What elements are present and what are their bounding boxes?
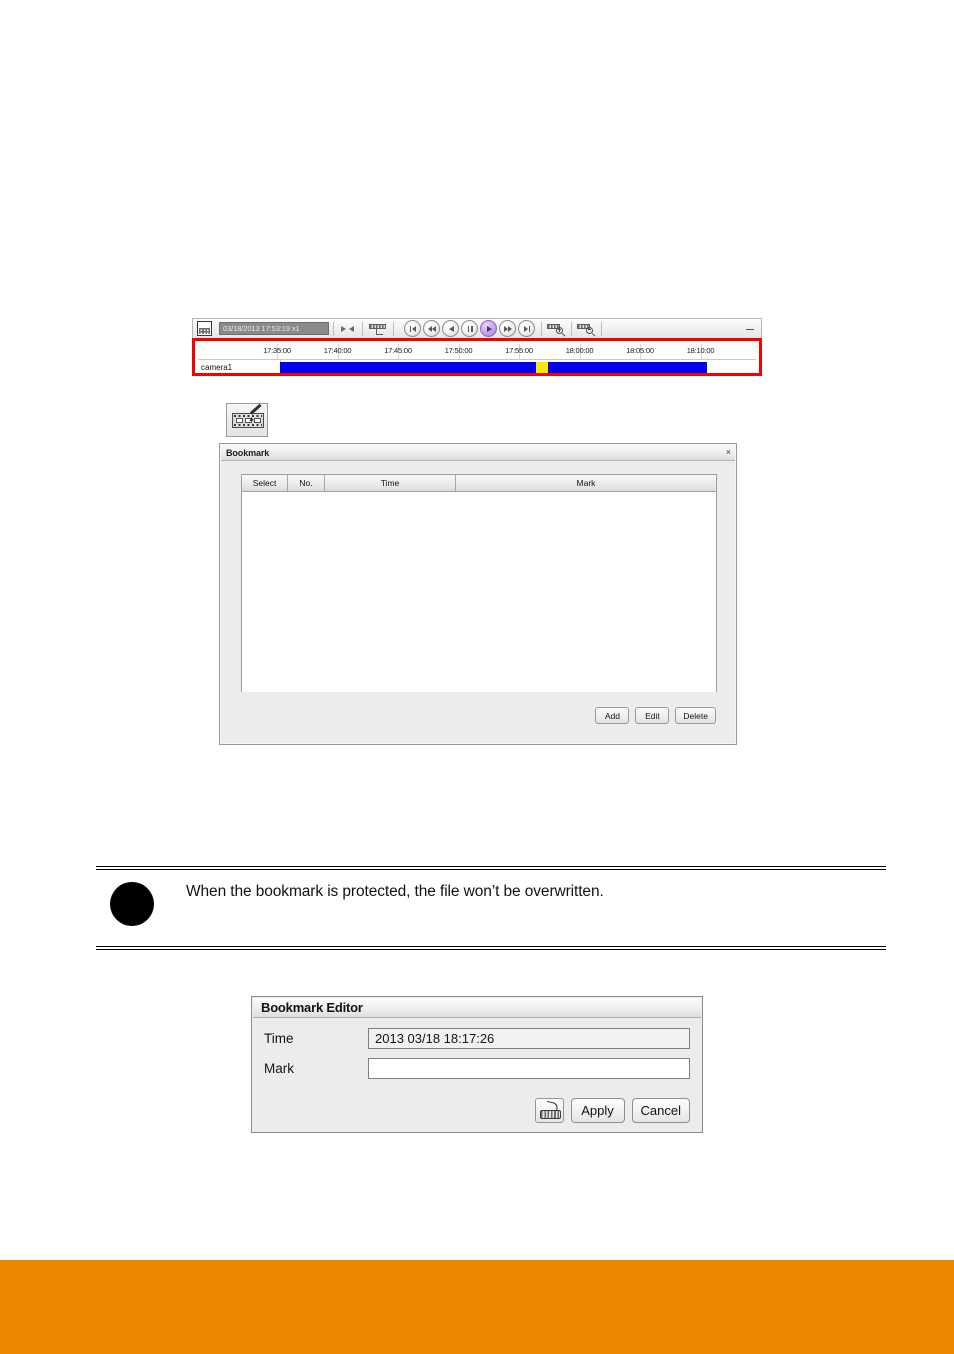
note-text: When the bookmark is protected, the file… xyxy=(186,883,604,900)
bookmark-editor-titlebar: Bookmark Editor xyxy=(253,998,701,1018)
fast-forward-icon xyxy=(500,321,515,336)
timeline-recording-segment[interactable] xyxy=(548,362,708,373)
bookmark-dialog: Bookmark × Select No. Time Mark Add Edit Dele… xyxy=(219,443,737,745)
toolbar-divider xyxy=(601,321,602,336)
bookmark-editor-actions: Apply Cancel xyxy=(534,1098,690,1123)
bookmark-dialog-titlebar: Bookmark × xyxy=(221,445,735,461)
transport-controls xyxy=(404,320,537,337)
timeline-zoom-out-icon[interactable] xyxy=(576,322,597,336)
timeline-zoom-in-icon[interactable] xyxy=(546,322,567,336)
zoom-out-minus xyxy=(587,329,592,331)
zoom-in-handle xyxy=(561,332,566,336)
toolbar-divider xyxy=(393,321,394,336)
calendar-icon[interactable] xyxy=(196,321,213,336)
rewind-icon xyxy=(424,321,439,336)
step-backward-button[interactable] xyxy=(404,320,421,337)
bookmark-column-time[interactable]: Time xyxy=(325,475,456,491)
camera-timeline-row: camera1 xyxy=(198,360,756,373)
apply-button[interactable]: Apply xyxy=(570,1098,625,1123)
camera-label: camera1 xyxy=(201,363,233,372)
timeline-tick-label: 17:50:00 xyxy=(444,346,473,355)
reverse-play-icon xyxy=(443,321,458,336)
bookmark-editor-button[interactable] xyxy=(226,403,268,437)
timeline-tick-label: 18:10:00 xyxy=(686,346,715,355)
playback-toolbar: 03/18/2013 17:53:19 x1 xyxy=(192,318,762,339)
play-button[interactable] xyxy=(480,320,497,337)
minimize-button[interactable] xyxy=(746,324,755,334)
toolbar-divider xyxy=(541,321,542,336)
playback-control-panel: 03/18/2013 17:53:19 x1 17:35:00 17:40:00… xyxy=(192,318,762,376)
timeline-ruler[interactable]: 17:35:00 17:40:00 17:45:00 17:50:00 17:55:00… xyxy=(198,344,756,360)
virtual-keyboard-icon[interactable] xyxy=(534,1098,564,1123)
time-field-row: Time 2013 03/18 18:17:26 xyxy=(264,1027,690,1049)
footer-bar xyxy=(0,1260,954,1354)
bookmark-table: Select No. Time Mark xyxy=(241,474,717,692)
zoom-out-handle xyxy=(591,332,596,336)
zoom-in-plus-v xyxy=(559,328,561,332)
note-bullet-icon xyxy=(110,882,154,926)
bookmark-editor-title: Bookmark Editor xyxy=(261,1000,363,1015)
toolbar-divider xyxy=(571,321,572,336)
timeline-tick-label: 17:55:00 xyxy=(505,346,533,355)
toolbar-divider xyxy=(362,321,363,336)
timeline-segment-icon[interactable] xyxy=(367,322,389,336)
film-pane xyxy=(236,417,243,424)
step-forward-button[interactable] xyxy=(518,320,535,337)
bookmark-column-mark[interactable]: Mark xyxy=(456,475,716,491)
add-button[interactable]: Add xyxy=(595,707,630,724)
timeline-tick-label: 17:45:00 xyxy=(384,346,412,355)
marker-in-out-icon[interactable] xyxy=(338,322,358,336)
pause-icon xyxy=(462,321,477,336)
rewind-button[interactable] xyxy=(423,320,440,337)
keyboard-body xyxy=(539,1110,561,1119)
playback-datetime-display[interactable]: 03/18/2013 17:53:19 x1 xyxy=(219,322,329,335)
bookmark-table-header: Select No. Time Mark xyxy=(242,475,716,492)
note-top-rule xyxy=(96,866,886,870)
bookmark-dialog-title: Bookmark xyxy=(226,447,270,458)
timeline-tick-label: 18:05:00 xyxy=(626,346,654,355)
timeline-tick-label: 18:00:00 xyxy=(565,346,594,355)
bookmark-dialog-actions: Add Edit Delete xyxy=(595,707,716,724)
pencil-body xyxy=(249,403,262,415)
mark-field-row: Mark xyxy=(264,1057,690,1079)
bookmark-editor-dialog: Bookmark Editor Time 2013 03/18 18:17:26… xyxy=(251,996,703,1133)
pencil-icon xyxy=(248,403,263,423)
mark-field[interactable] xyxy=(368,1057,690,1079)
timeline-highlight-annotation: 17:35:00 17:40:00 17:45:00 17:50:00 17:55:00… xyxy=(192,338,762,376)
time-label: Time xyxy=(264,1030,294,1046)
close-icon[interactable]: × xyxy=(726,448,731,457)
bookmark-table-body[interactable] xyxy=(242,492,716,692)
timeline-tick-container: 17:35:00 17:40:00 17:45:00 17:50:00 17:55:00… xyxy=(198,344,756,359)
note-bottom-rule xyxy=(96,946,886,950)
delete-button[interactable]: Delete xyxy=(675,707,716,724)
timeline-tick-label: 17:35:00 xyxy=(263,346,291,355)
cancel-button[interactable]: Cancel xyxy=(631,1098,690,1123)
step-backward-icon xyxy=(405,321,420,336)
bookmark-column-no[interactable]: No. xyxy=(288,475,325,491)
camera-recording-track[interactable] xyxy=(280,362,754,373)
note-callout: When the bookmark is protected, the file… xyxy=(96,866,886,950)
timeline-recording-segment[interactable] xyxy=(280,362,536,373)
bookmark-column-select[interactable]: Select xyxy=(242,475,288,491)
time-field[interactable]: 2013 03/18 18:17:26 xyxy=(368,1027,690,1049)
step-forward-icon xyxy=(519,321,534,336)
pause-button[interactable] xyxy=(461,320,478,337)
play-icon xyxy=(481,321,496,336)
toolbar-divider xyxy=(333,321,334,336)
fast-forward-button[interactable] xyxy=(499,320,516,337)
reverse-play-button[interactable] xyxy=(442,320,459,337)
mark-label: Mark xyxy=(264,1060,294,1076)
edit-button[interactable]: Edit xyxy=(635,707,670,724)
timeline-bookmark-segment[interactable] xyxy=(535,362,549,373)
timeline-tick-label: 17:40:00 xyxy=(323,346,352,355)
